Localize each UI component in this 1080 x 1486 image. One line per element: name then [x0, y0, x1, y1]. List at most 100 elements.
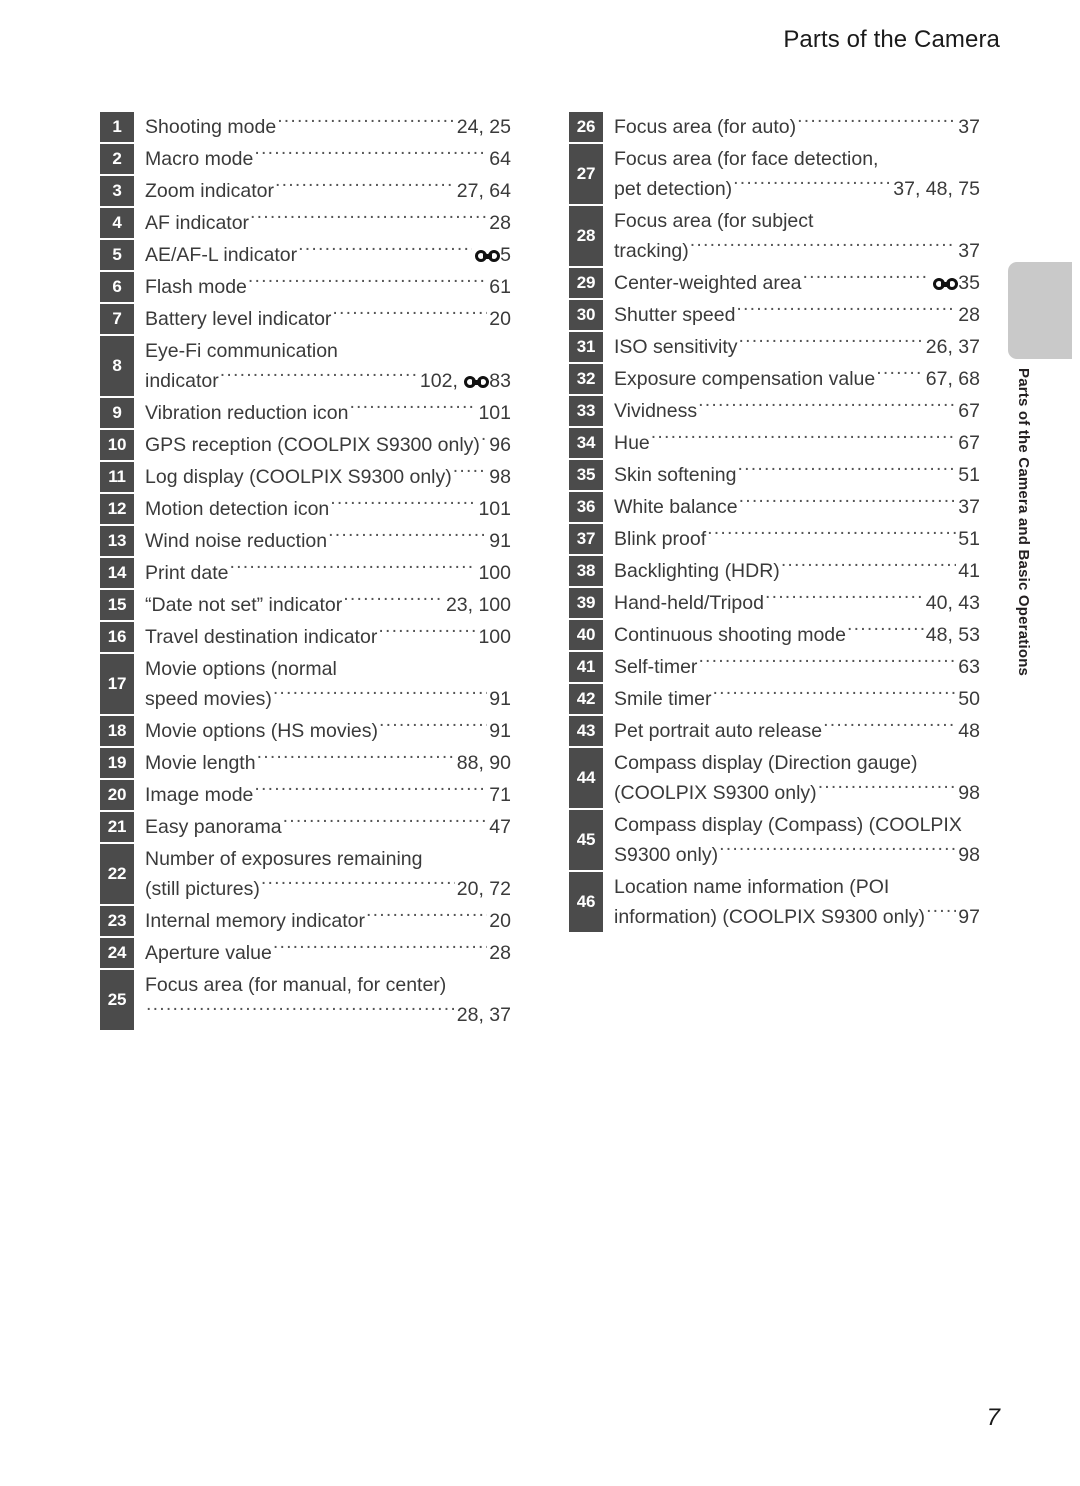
legend-item-page-ref: 91 — [488, 716, 511, 746]
legend-item-label: Blink proof — [614, 528, 707, 550]
legend-item-page-ref: 101 — [477, 398, 511, 428]
legend-item-page-ref: 51 — [957, 524, 980, 554]
legend-item-label: Center-weighted area — [614, 272, 802, 294]
legend-leader-line: White balance 37 — [614, 492, 980, 522]
legend-item-body: Battery level indicator 20 — [134, 304, 511, 334]
legend-item-page-ref: 28 — [488, 938, 511, 968]
legend-item-number: 14 — [100, 558, 134, 588]
leader-dots — [690, 238, 957, 258]
legend-item-page-ref: 35 — [931, 268, 980, 298]
legend-item-page-ref: 41 — [957, 556, 980, 586]
legend-row: 35 Skin softening 51 — [569, 460, 980, 490]
legend-row: 28 Focus area (for subject tracking) 37 — [569, 206, 980, 266]
leader-dots — [146, 1002, 455, 1022]
legend-item-body: AF indicator 28 — [134, 208, 511, 238]
section-thumb-tab — [1008, 262, 1072, 359]
leader-dots — [733, 176, 891, 196]
legend-item-page-ref: 50 — [957, 684, 980, 714]
legend-item-page-number: 20, 72 — [456, 878, 511, 900]
legend-row: 12 Motion detection icon 101 — [100, 494, 511, 524]
legend-leader-line: Pet portrait auto release 48 — [614, 716, 980, 746]
legend-item-label: ISO sensitivity — [614, 336, 738, 358]
legend-item-page-number: 26, 37 — [925, 336, 980, 358]
legend-item-number: 41 — [569, 652, 603, 682]
leader-dots — [847, 622, 924, 642]
legend-item-page-number: 100 — [478, 562, 511, 584]
legend-item-page-ref: 28 — [957, 300, 980, 330]
leader-dots — [765, 590, 924, 610]
legend-item-label: Continuous shooting mode — [614, 624, 846, 646]
legend-item-page-number: 101 — [478, 498, 511, 520]
legend-row: 18 Movie options (HS movies) 91 — [100, 716, 511, 746]
legend-item-body: Self-timer 63 — [603, 652, 980, 682]
legend-item-page-number: 37, 48, 75 — [893, 178, 980, 200]
leader-dots — [781, 558, 956, 578]
legend-leader-line: Movie options (HS movies) 91 — [145, 716, 511, 746]
legend-row: 2 Macro mode 64 — [100, 144, 511, 174]
legend-item-page-number: 28 — [489, 942, 511, 964]
legend-row: 43 Pet portrait auto release 48 — [569, 716, 980, 746]
legend-item-page-number: 48, 53 — [925, 624, 980, 646]
legend-row: 15 “Date not set” indicator 23, 100 — [100, 590, 511, 620]
legend-item-page-number: 23, 100 — [445, 594, 511, 616]
legend-item-label: information) (COOLPIX S9300 only) — [614, 906, 926, 928]
legend-item-page-ref: 67, 68 — [925, 364, 980, 394]
legend-item-page-ref: 20 — [488, 906, 511, 936]
legend-item-page-ref: 67 — [957, 428, 980, 458]
legend-item-page-number: 51 — [958, 528, 980, 550]
legend-item-page-ref: 71 — [488, 780, 511, 810]
legend-row: 46 Location name information (POI informat… — [569, 872, 980, 932]
legend-row: 1 Shooting mode 24, 25 — [100, 112, 511, 142]
legend-row: 34 Hue 67 — [569, 428, 980, 458]
legend-row: 4 AF indicator 28 — [100, 208, 511, 238]
leader-dots — [250, 210, 487, 230]
legend-row: 3 Zoom indicator 27, 64 — [100, 176, 511, 206]
legend-item-body: Zoom indicator 27, 64 — [134, 176, 511, 206]
legend-item-label: “Date not set” indicator — [145, 594, 343, 616]
leader-dots — [719, 842, 956, 862]
legend-item-page-ref: 51 — [957, 460, 980, 490]
legend-item-number: 29 — [569, 268, 603, 298]
legend-item-label: Movie options (HS movies) — [145, 720, 378, 742]
legend-item-label: Skin softening — [614, 464, 737, 486]
legend-item-label: Battery level indicator — [145, 308, 332, 330]
legend-item-body: Compass display (Direction gauge) (COOLPI… — [603, 748, 980, 808]
legend-item-page-number: 28 — [489, 212, 511, 234]
legend-row: 21 Easy panorama 47 — [100, 812, 511, 842]
leader-dots — [738, 462, 957, 482]
legend-item-page-number: 101 — [478, 402, 511, 424]
legend-item-number: 38 — [569, 556, 603, 586]
leader-dots — [298, 242, 472, 262]
legend-item-body: Hand-held/Tripod 40, 43 — [603, 588, 980, 618]
legend-item-page-number: 91 — [489, 530, 511, 552]
legend-row: 44 Compass display (Direction gauge) (COOL… — [569, 748, 980, 808]
legend-item-page-ref: 5 — [473, 240, 511, 270]
legend-item-body: Blink proof 51 — [603, 524, 980, 554]
legend-item-page-number: 47 — [489, 816, 511, 838]
legend-item-page-number: 97 — [958, 906, 980, 928]
leader-dots — [698, 398, 956, 418]
legend-column-left: 1Shooting mode24, 252Macro mode643Zoom i… — [100, 112, 511, 1032]
page-title: Parts of the Camera — [783, 26, 1000, 53]
leader-dots — [379, 718, 487, 738]
legend-item-body: Skin softening 51 — [603, 460, 980, 490]
legend-row: 11 Log display (COOLPIX S9300 only) 98 — [100, 462, 511, 492]
leader-dots — [248, 274, 487, 294]
legend-item-page-ref: 24, 25 — [456, 112, 511, 142]
legend-leader-line: Aperture value 28 — [145, 938, 511, 968]
legend-item-page-ref: 98 — [488, 462, 511, 492]
legend-leader-line: S9300 only) 98 — [614, 840, 980, 870]
legend-row: 13 Wind noise reduction 91 — [100, 526, 511, 556]
legend-item-number: 39 — [569, 588, 603, 618]
legend-item-label: Exposure compensation value — [614, 368, 876, 390]
leader-dots — [261, 876, 455, 896]
legend-item-body: Eye-Fi communication indicator 102, 83 — [134, 336, 511, 396]
legend-item-number: 45 — [569, 810, 603, 870]
leader-dots — [277, 114, 455, 134]
legend-leader-line: information) (COOLPIX S9300 only) 97 — [614, 902, 980, 932]
legend-row: 6 Flash mode 61 — [100, 272, 511, 302]
leader-dots — [818, 780, 957, 800]
legend-item-label: Shutter speed — [614, 304, 736, 326]
legend-item-page-number: 91 — [489, 720, 511, 742]
legend-row: 9 Vibration reduction icon 101 — [100, 398, 511, 428]
